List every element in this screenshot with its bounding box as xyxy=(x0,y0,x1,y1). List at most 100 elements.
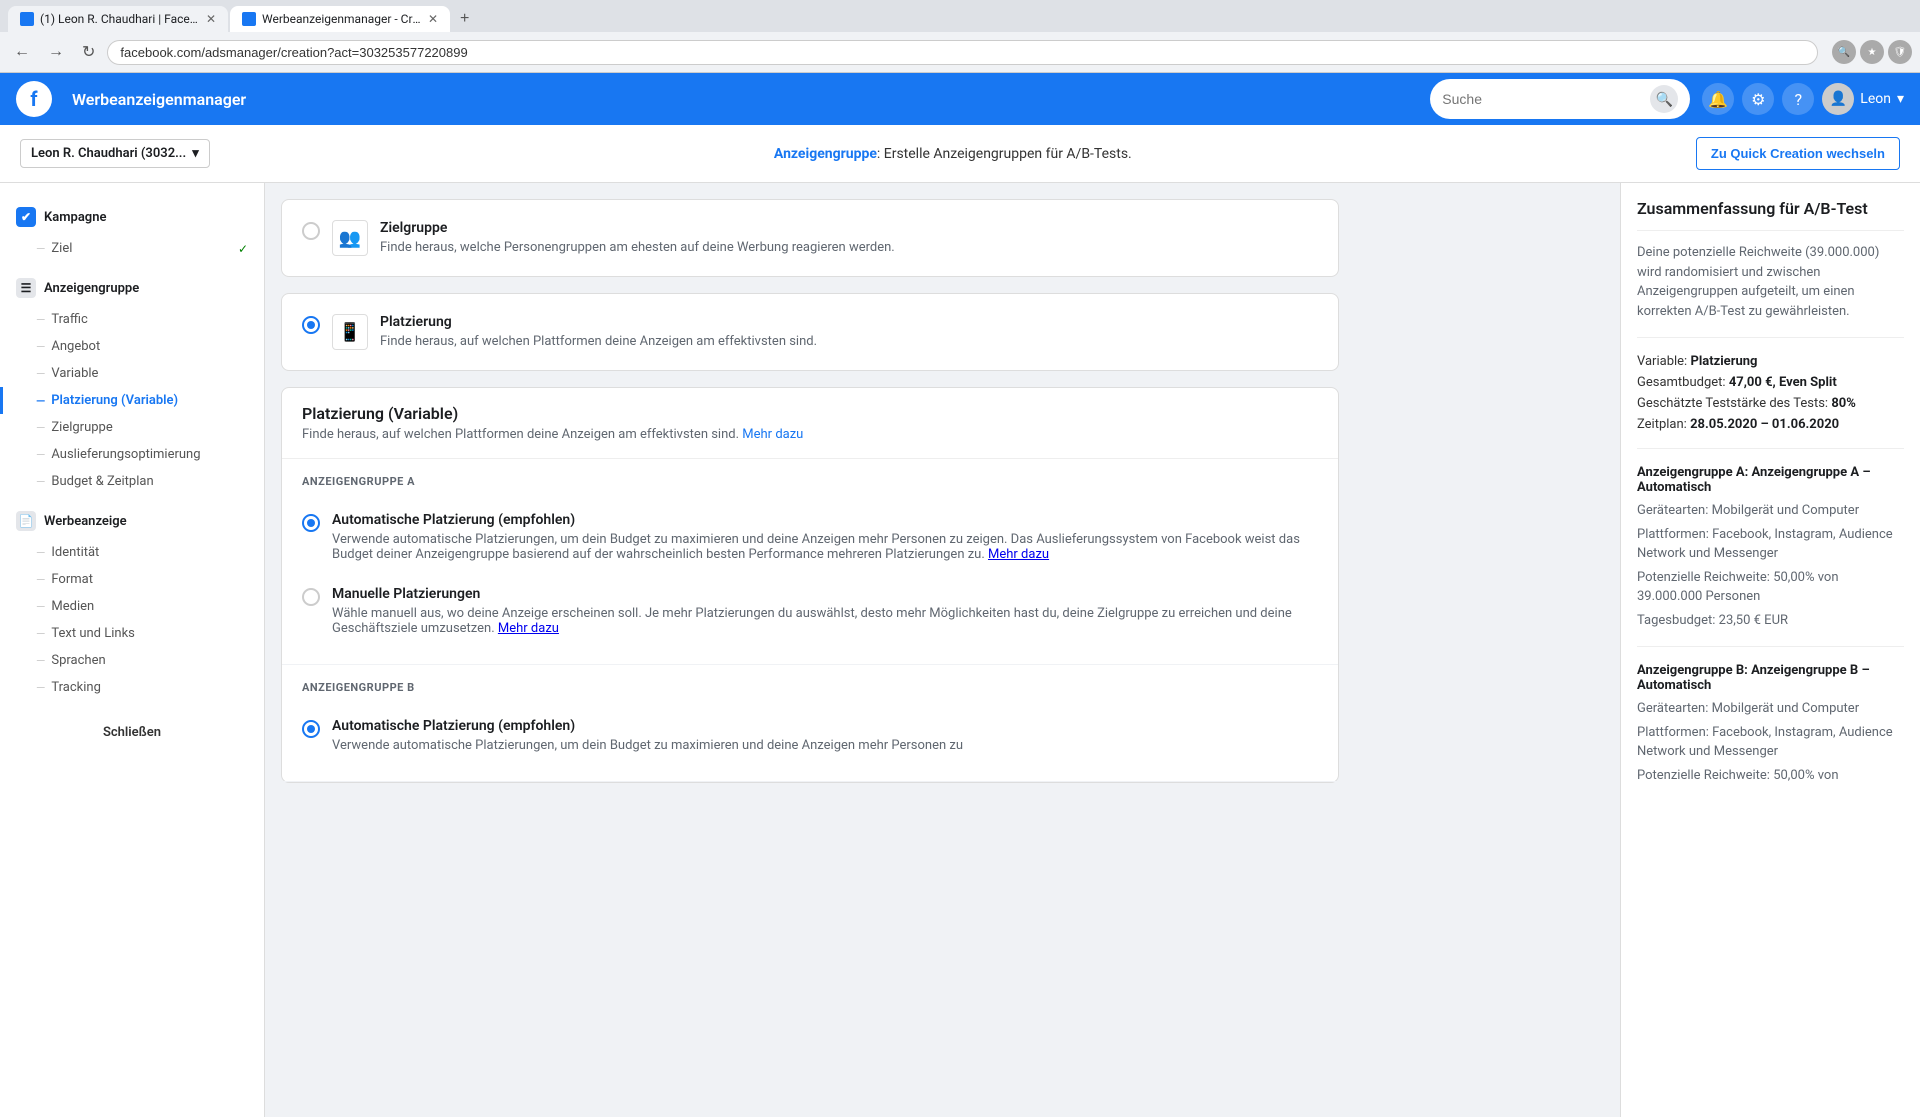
panel-zeitplan: Zeitplan: 28.05.2020 – 01.06.2020 xyxy=(1637,417,1904,432)
sidebar-werbeanzeige-header: 📄 Werbeanzeige xyxy=(0,503,264,539)
tab-title-2: Werbeanzeigenmanager - Cre... xyxy=(262,12,422,26)
teststaerke-value: 80% xyxy=(1831,396,1856,411)
close-button[interactable]: Schließen xyxy=(0,709,264,756)
account-chevron: ▾ xyxy=(192,146,199,161)
campaign-icon: ✔ xyxy=(16,207,36,227)
browser-icons: 🔍 ★ 🛡 xyxy=(1832,40,1912,64)
sidebar-campaign-header: ✔ Kampagne xyxy=(0,199,264,235)
panel-divider-3 xyxy=(1637,646,1904,647)
main-layout: ✔ Kampagne Ziel ✓ ☰ Anzeigengruppe Traff… xyxy=(0,183,1920,1117)
browser-tab-1[interactable]: (1) Leon R. Chaudhari | Faceb... ✕ xyxy=(8,6,228,32)
tab-close-2[interactable]: ✕ xyxy=(428,12,438,26)
panel-group-b-title: Anzeigengruppe B: Anzeigengruppe B – Aut… xyxy=(1637,663,1904,693)
platzierung-radio[interactable] xyxy=(302,316,320,334)
browser-icon-2: ★ xyxy=(1860,40,1884,64)
panel-group-b-plattform: Plattformen: Facebook, Instagram, Audien… xyxy=(1637,723,1904,762)
platzierung-title: Platzierung xyxy=(380,314,817,330)
zielgruppe-text: Zielgruppe Finde heraus, welche Personen… xyxy=(380,220,895,255)
tab-favicon-1 xyxy=(20,12,34,26)
auto-placement-a-mehr-link[interactable]: Mehr dazu xyxy=(988,547,1049,562)
auto-placement-a-desc: Verwende automatische Platzierungen, um … xyxy=(332,532,1318,562)
format-label: Format xyxy=(51,572,93,587)
platzierung-option: 📱 Platzierung Finde heraus, auf welchen … xyxy=(282,294,1338,370)
settings-icon[interactable]: ⚙ xyxy=(1742,83,1774,115)
ad-group-a-label: ANZEIGENGRUPPE A xyxy=(302,475,1318,488)
manual-placement-a-title: Manuelle Platzierungen xyxy=(332,586,1318,602)
sidebar-item-angebot[interactable]: Angebot xyxy=(0,333,264,360)
variable-label: Variable: xyxy=(1637,354,1687,369)
anzeigengruppe-icon: ☰ xyxy=(16,278,36,298)
user-menu[interactable]: 👤 Leon ▾ xyxy=(1822,83,1904,115)
sidebar-anzeigengruppe-header: ☰ Anzeigengruppe xyxy=(0,270,264,306)
manual-placement-a-radio[interactable] xyxy=(302,588,320,606)
ziel-check: ✓ xyxy=(238,242,248,256)
platzierung-description: Finde heraus, auf welchen Plattformen de… xyxy=(380,334,817,349)
ad-group-a-section: ANZEIGENGRUPPE A Automatische Platzierun… xyxy=(282,459,1338,665)
sidebar-campaign-section: ✔ Kampagne Ziel ✓ xyxy=(0,199,264,262)
sidebar-item-budget[interactable]: Budget & Zeitplan xyxy=(0,468,264,495)
fb-header: f Werbeanzeigenmanager 🔍 🔔 ⚙ ? 👤 Leon ▾ xyxy=(0,73,1920,125)
search-button[interactable]: 🔍 xyxy=(1650,85,1678,113)
sidebar-item-zielgruppe[interactable]: Zielgruppe xyxy=(0,414,264,441)
tab-close-1[interactable]: ✕ xyxy=(206,12,216,26)
add-tab-button[interactable]: + xyxy=(452,6,477,32)
content-inner: 👥 Zielgruppe Finde heraus, welche Person… xyxy=(265,183,1355,815)
sidebar-item-variable[interactable]: Variable xyxy=(0,360,264,387)
auto-placement-a: Automatische Platzierung (empfohlen) Ver… xyxy=(302,500,1318,574)
page-header: Leon R. Chaudhari (3032... ▾ Anzeigengru… xyxy=(0,125,1920,183)
search-input[interactable] xyxy=(1442,91,1644,107)
tab-title-1: (1) Leon R. Chaudhari | Faceb... xyxy=(40,12,200,26)
forward-button[interactable]: → xyxy=(42,39,70,65)
account-label: Leon R. Chaudhari (3032... xyxy=(31,146,186,161)
panel-group-b: Anzeigengruppe B: Anzeigengruppe B – Aut… xyxy=(1637,663,1904,785)
browser-icon-3: 🛡 xyxy=(1888,40,1912,64)
sidebar-item-text-links[interactable]: Text und Links xyxy=(0,620,264,647)
sidebar-anzeigengruppe-section: ☰ Anzeigengruppe Traffic Angebot Variabl… xyxy=(0,270,264,495)
panel-divider-2 xyxy=(1637,448,1904,449)
address-bar[interactable] xyxy=(107,40,1818,65)
sidebar-item-platzierung[interactable]: Platzierung (Variable) xyxy=(0,387,264,414)
zielgruppe-title: Zielgruppe xyxy=(380,220,895,236)
ad-group-b-label: ANZEIGENGRUPPE B xyxy=(302,681,1318,694)
platzierung-label: Platzierung (Variable) xyxy=(51,393,178,408)
sidebar-item-sprachen[interactable]: Sprachen xyxy=(0,647,264,674)
auto-placement-b-radio[interactable] xyxy=(302,720,320,738)
panel-variable: Variable: Platzierung xyxy=(1637,354,1904,369)
auto-placement-a-text: Automatische Platzierung (empfohlen) Ver… xyxy=(332,512,1318,562)
panel-group-a: Anzeigengruppe A: Anzeigengruppe A – Aut… xyxy=(1637,465,1904,630)
zielgruppe-radio[interactable] xyxy=(302,222,320,240)
traffic-label: Traffic xyxy=(51,312,87,327)
account-selector[interactable]: Leon R. Chaudhari (3032... ▾ xyxy=(20,139,210,168)
back-button[interactable]: ← xyxy=(8,39,36,65)
text-links-label: Text und Links xyxy=(51,626,135,641)
sidebar-item-ziel[interactable]: Ziel ✓ xyxy=(0,235,264,262)
sidebar-item-traffic[interactable]: Traffic xyxy=(0,306,264,333)
search-bar[interactable]: 🔍 xyxy=(1430,79,1690,119)
platzierung-text: Platzierung Finde heraus, auf welchen Pl… xyxy=(380,314,817,349)
auto-placement-a-radio[interactable] xyxy=(302,514,320,532)
panel-group-a-tagesbudget: Tagesbudget: 23,50 € EUR xyxy=(1637,611,1904,631)
manual-placement-a-mehr-link[interactable]: Mehr dazu xyxy=(498,621,559,636)
sidebar-item-tracking[interactable]: Tracking xyxy=(0,674,264,701)
quick-creation-button[interactable]: Zu Quick Creation wechseln xyxy=(1696,137,1900,170)
reload-button[interactable]: ↻ xyxy=(76,38,101,66)
mehr-dazu-link-variable[interactable]: Mehr dazu xyxy=(742,427,803,442)
zeitplan-label: Zeitplan: xyxy=(1637,417,1687,432)
sidebar-item-medien[interactable]: Medien xyxy=(0,593,264,620)
sidebar-item-format[interactable]: Format xyxy=(0,566,264,593)
werbeanzeige-icon: 📄 xyxy=(16,511,36,531)
zielgruppe-card: 👥 Zielgruppe Finde heraus, welche Person… xyxy=(281,199,1339,277)
help-icon[interactable]: ? xyxy=(1782,83,1814,115)
browser-icon-1: 🔍 xyxy=(1832,40,1856,64)
sidebar-item-identitaet[interactable]: Identität xyxy=(0,539,264,566)
panel-group-b-reichweite: Potenzielle Reichweite: 50,00% von xyxy=(1637,766,1904,786)
zielgruppe-label: Zielgruppe xyxy=(51,420,112,435)
variable-header: Platzierung (Variable) Finde heraus, auf… xyxy=(282,388,1338,459)
bell-icon[interactable]: 🔔 xyxy=(1702,83,1734,115)
browser-tab-2[interactable]: Werbeanzeigenmanager - Cre... ✕ xyxy=(230,6,450,32)
budget-label: Gesamtbudget: xyxy=(1637,375,1726,390)
zielgruppe-icon: 👥 xyxy=(332,220,368,256)
manual-placement-a-desc: Wähle manuell aus, wo deine Anzeige ersc… xyxy=(332,606,1318,636)
right-panel: Zusammenfassung für A/B-Test Deine poten… xyxy=(1620,183,1920,1117)
sidebar-item-auslieferung[interactable]: Auslieferungsoptimierung xyxy=(0,441,264,468)
